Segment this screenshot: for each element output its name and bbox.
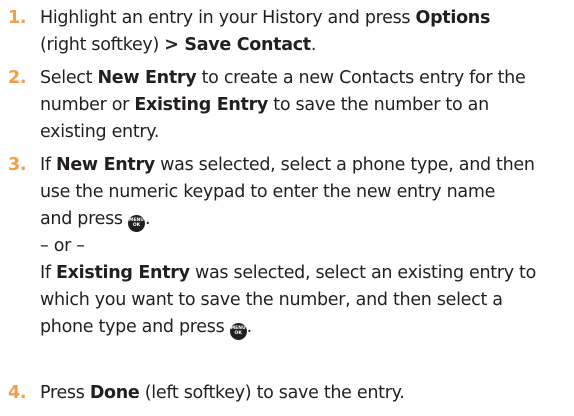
menu-ok-key-icon: MENU OK: [127, 215, 145, 232]
step-text: Highlight an entry in your History and p…: [40, 8, 491, 55]
existing-entry-label: Existing Entry: [56, 263, 190, 283]
step-number: 4.: [8, 383, 27, 403]
step-text: Press Done (left softkey) to save the en…: [40, 383, 405, 403]
save-contact-label: > Save Contact: [164, 35, 311, 55]
step-text: If New Entry was selected, select a phon…: [40, 152, 568, 341]
instruction-list: 1. Highlight an entry in your History an…: [0, 0, 574, 416]
step-number: 3.: [8, 155, 27, 175]
existing-entry-label: Existing Entry: [134, 95, 269, 115]
done-label: Done: [89, 383, 140, 403]
step-text: Select New Entry to create a new Contact…: [40, 68, 526, 142]
new-entry-label: New Entry: [97, 68, 197, 88]
step-number: 2.: [8, 68, 27, 88]
or-separator: – or –: [40, 236, 85, 256]
options-label: Options: [415, 8, 491, 28]
menu-ok-key-icon: MENU OK: [229, 323, 247, 340]
step-number: 1.: [8, 8, 27, 28]
new-entry-label: New Entry: [56, 155, 155, 175]
